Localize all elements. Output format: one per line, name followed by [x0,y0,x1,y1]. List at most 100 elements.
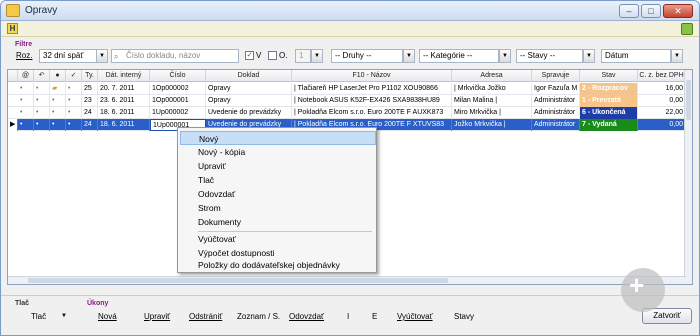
cell-spravuje: Igor Fazuľa M [532,83,580,95]
cell-adresa: | Mrkvička Jožko [452,83,532,95]
maximize-button[interactable]: □ [641,4,661,18]
table-row[interactable]: • • ▰ • 25 20. 7. 2011 1Op000002 Opravy … [8,83,686,95]
o-checkbox[interactable] [268,51,277,60]
stavy-button[interactable]: Stavy [454,312,474,321]
ukony-section-label: Úkony [87,300,109,307]
col-header-adresa[interactable]: Adresa [452,70,532,82]
undo-icon[interactable]: ↶ [34,70,50,82]
cell-date: 18. 6. 2011 [98,107,150,119]
kategorie-select[interactable]: -- Kategórie -- [419,49,499,63]
table-header: @ ↶ ● ✓ Ty. Dát. interný Číslo Doklad F1… [8,70,686,82]
nova-button[interactable]: Nová [98,312,117,321]
row-dot-icon: • [18,83,34,95]
cell-stav: 1 - Prevzatá [580,95,638,107]
col-header-nazov[interactable]: F10 - Názov [292,70,452,82]
cell-cena: 16,00 [638,83,686,95]
bottom-toolbar: Tlač Úkony Tlač ▼ Nová Upraviť Odstrániť… [1,295,699,335]
menu-item-dokumenty[interactable]: Dokumenty [180,215,376,229]
cell-ty: 24 [82,107,98,119]
kategorie-dropdown-icon[interactable]: ▼ [499,49,511,63]
druhy-dropdown-icon[interactable]: ▼ [403,49,415,63]
cell-ty: 25 [82,83,98,95]
row-dot-icon: • [50,95,66,107]
tlac-section-label: Tlač [15,300,30,307]
period-select[interactable]: 32 dní späť [39,49,97,63]
cell-cena: 0,00 [638,119,686,131]
odovzdat-button[interactable]: Odovzdať [289,312,324,321]
tlac-button[interactable]: Tlač [31,312,46,321]
zoom-overlay-icon[interactable]: + [621,268,665,312]
cell-nazov: | Tlačiareň HP LaserJet Pro P1102 XOU908… [292,83,452,95]
zoznam-button[interactable]: Zoznam / S. [237,312,280,321]
cell-adresa: Milan Malina | [452,95,532,107]
marker-icon[interactable]: ● [50,70,66,82]
col-header-cena[interactable]: C. z. bez DPH [638,70,686,82]
cell-cislo: 1Op000001 [150,95,206,107]
refresh-icon[interactable] [681,23,693,35]
v-checkbox[interactable]: ✓ [245,51,254,60]
druhy-select[interactable]: -- Druhy -- [331,49,403,63]
horizontal-scrollbar[interactable] [8,276,686,284]
col-header-cislo[interactable]: Číslo [150,70,206,82]
datum-dropdown-icon[interactable]: ▼ [671,49,683,63]
search-input[interactable]: Číslo dokladu, názov [111,49,239,63]
upravit-button[interactable]: Upraviť [144,312,170,321]
menu-item-strom[interactable]: Strom [180,201,376,215]
col-header-date[interactable]: Dát. interný [98,70,150,82]
odstranit-button[interactable]: Odstrániť [189,312,222,321]
o-value-field[interactable]: 1 [295,49,311,63]
menu-item-upravit[interactable]: Upraviť [180,159,376,173]
menu-item-tlac[interactable]: Tlač [180,173,376,187]
cell-date: 18. 6. 2011 [98,119,150,131]
col-header-spravuje[interactable]: Spravuje [532,70,580,82]
vertical-scrollbar[interactable] [684,70,692,284]
menu-item-vyuctovat[interactable]: Vyúčtovať [180,232,376,246]
roz-label[interactable]: Roz. [16,51,32,60]
title-bar: Opravy – □ ✕ [1,1,699,21]
cell-doklad: Uvedenie do prevádzky [206,107,292,119]
stavy-dropdown-icon[interactable]: ▼ [583,49,595,63]
help-icon[interactable]: H [7,23,18,34]
row-dot-icon: • [18,107,34,119]
filters-section-label: Filtre [15,41,33,48]
cell-date: 20. 7. 2011 [98,83,150,95]
menu-item-novy-kopia[interactable]: Nový - kópia [180,145,376,159]
o-value-dropdown-icon[interactable]: ▼ [311,49,323,63]
check-icon[interactable]: ✓ [66,70,82,82]
cell-stav: 6 - Ukončená [580,107,638,119]
table-row[interactable]: • • • • 24 18. 6. 2011 1Up000002 Uvedeni… [8,107,686,119]
datum-select[interactable]: Dátum [601,49,671,63]
col-header-ty[interactable]: Ty. [82,70,98,82]
minimize-button[interactable]: – [619,4,639,18]
vyuctovat-button[interactable]: Vyúčtovať [397,312,433,321]
cell-adresa: Miro Mrkvička | [452,107,532,119]
cell-stav: 2 - Rozpracov [580,83,638,95]
cell-doklad: Opravy [206,95,292,107]
close-window-button[interactable]: ✕ [663,4,693,18]
cell-nazov: | Notebook ASUS K52F-EX426 SXA9838HU89 [292,95,452,107]
cell-adresa: Jožko Mrkvička | [452,119,532,131]
col-header-doklad[interactable]: Doklad [206,70,292,82]
menu-item-odovzdat[interactable]: Odovzdať [180,187,376,201]
period-dropdown-icon[interactable]: ▼ [96,49,108,63]
menu-item-novy[interactable]: Nový [180,131,376,145]
filter-row: Roz. 32 dní späť ▼ Číslo dokladu, názov … [1,49,699,65]
row-dot-icon: • [34,83,50,95]
cell-date: 23. 6. 2011 [98,95,150,107]
cell-spravuje: Administrátor [532,95,580,107]
attachment-icon[interactable]: @ [18,70,34,82]
app-window: Opravy – □ ✕ H Filtre Roz. 32 dní späť ▼… [0,0,700,336]
row-note-icon: ▰ [50,83,66,95]
i-button[interactable]: I [347,312,349,321]
menu-item-polozky-objednavky[interactable]: Položky do dodávateľskej objednávky [180,258,376,272]
table-row[interactable]: • • • • 23 23. 6. 2011 1Op000001 Opravy … [8,95,686,107]
row-dot-icon: • [50,119,66,131]
e-button[interactable]: E [372,312,377,321]
tlac-dropdown-icon[interactable]: ▼ [61,313,67,319]
col-header-stav[interactable]: Stav [580,70,638,82]
cell-spravuje: Administrátor [532,107,580,119]
stavy-select[interactable]: -- Stavy -- [516,49,583,63]
cell-ty: 24 [82,119,98,131]
row-dot-icon: • [66,95,82,107]
cell-cena: 22,00 [638,107,686,119]
